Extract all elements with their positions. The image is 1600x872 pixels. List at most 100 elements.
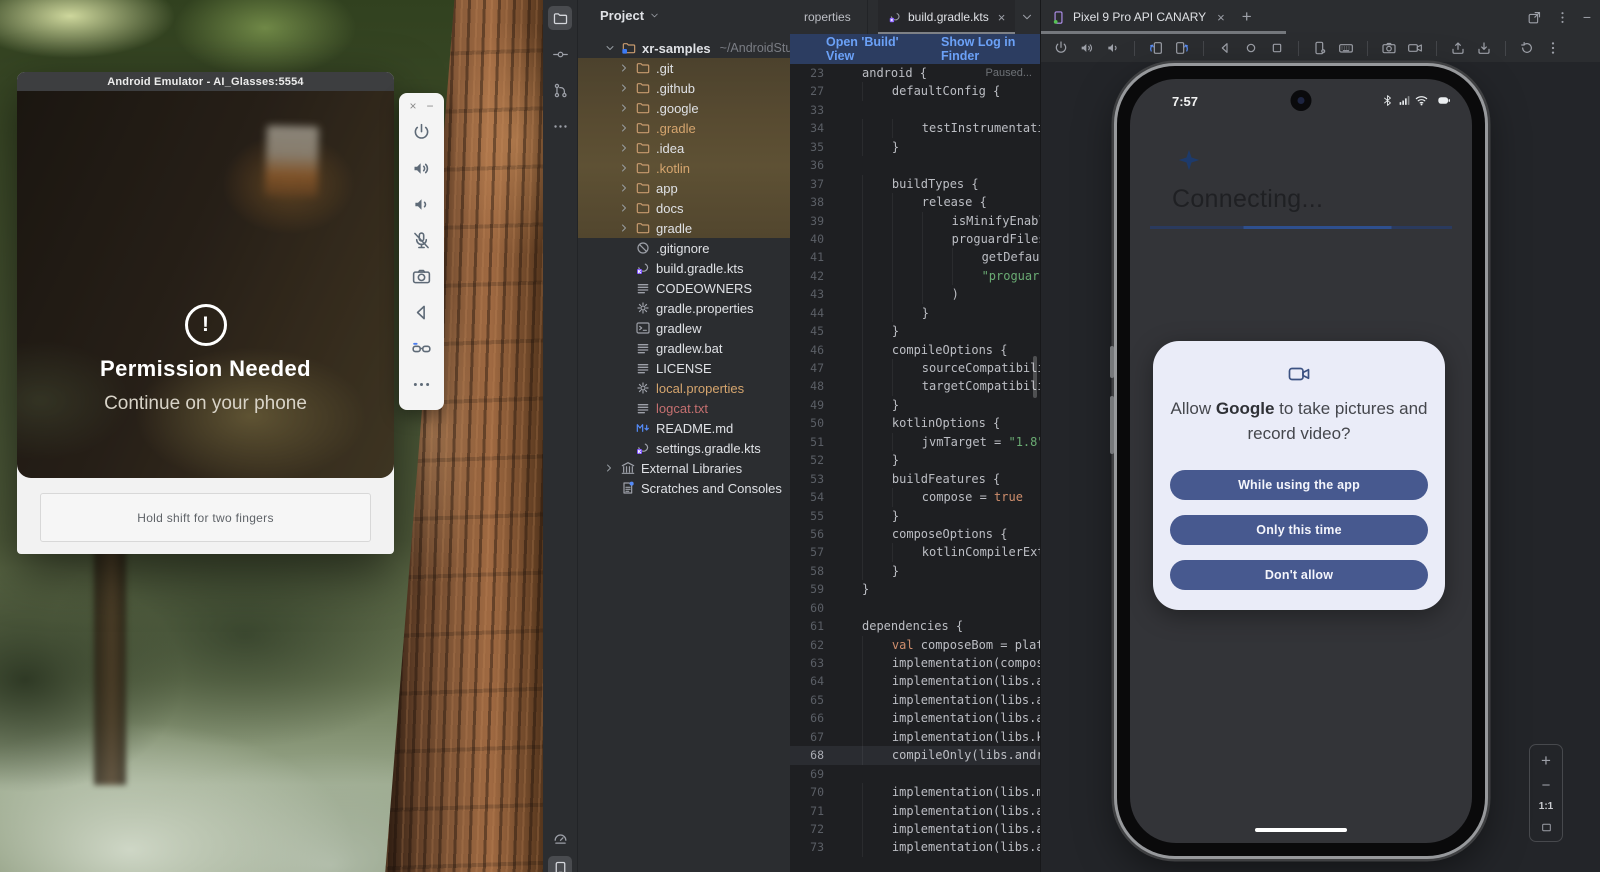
commit-icon[interactable] [548, 42, 572, 66]
code-line-46: 46compileOptions { [790, 341, 1040, 359]
editor[interactable]: roperties build.gradle.kts × Open 'Build… [790, 0, 1040, 872]
rotate-left-icon[interactable] [1148, 40, 1164, 56]
status-icons [1381, 94, 1456, 107]
tree-item-gradle.properties[interactable]: gradle.properties [578, 298, 790, 318]
folder-icon[interactable] [548, 6, 572, 30]
line-number: 23 [790, 64, 824, 82]
tree-item-license[interactable]: LICENSE [578, 358, 790, 378]
tree-item-codeowners[interactable]: CODEOWNERS [578, 278, 790, 298]
code-line-58: 58} [790, 562, 1040, 580]
screenshot-icon[interactable] [1381, 40, 1397, 56]
zoom-fit-icon[interactable] [1540, 821, 1553, 834]
pull-request-icon[interactable] [548, 78, 572, 102]
show-log-link[interactable]: Show Log in Finder [941, 35, 1040, 63]
line-number: 40 [790, 230, 824, 248]
running-devices-icon[interactable] [548, 856, 572, 872]
more-options-icon[interactable] [1555, 10, 1570, 25]
home-indicator[interactable] [1255, 828, 1347, 833]
tree-item-local.properties[interactable]: local.properties [578, 378, 790, 398]
zoom-in-button[interactable]: + [1541, 752, 1551, 769]
tree-item-.github[interactable]: .github [578, 78, 790, 98]
tab-properties[interactable]: roperties [790, 0, 868, 34]
volume-up-icon[interactable] [411, 158, 432, 179]
chevron-right-icon [618, 102, 630, 114]
tree-item-.idea[interactable]: .idea [578, 138, 790, 158]
device-tab-label[interactable]: Pixel 9 Pro API CANARY [1073, 10, 1206, 24]
chevron-right-icon [618, 222, 630, 234]
line-number: 59 [790, 580, 824, 598]
android-studio-window: Project xr-samples ~/AndroidStudioProj .… [543, 0, 1600, 872]
tab-build-gradle-kts[interactable]: build.gradle.kts × [878, 0, 1015, 34]
line-number: 48 [790, 377, 824, 395]
tree-item-external-libraries[interactable]: External Libraries [578, 458, 790, 478]
close-tab-icon[interactable]: × [998, 10, 1006, 25]
close-icon[interactable]: × [409, 100, 416, 112]
tree-item-logcat.txt[interactable]: logcat.txt [578, 398, 790, 418]
power-icon[interactable] [411, 122, 432, 143]
tree-item-.kotlin[interactable]: .kotlin [578, 158, 790, 178]
more-v-icon[interactable] [1545, 40, 1561, 56]
tree-item-readme.md[interactable]: README.md [578, 418, 790, 438]
tree-item-.git[interactable]: .git [578, 58, 790, 78]
chevron-right-icon [603, 462, 615, 474]
keyboard-icon[interactable] [1338, 40, 1354, 56]
upload-icon[interactable] [1450, 40, 1466, 56]
tree-item-gradle[interactable]: gradle [578, 218, 790, 238]
rotate-right-icon[interactable] [1174, 40, 1190, 56]
close-device-tab-icon[interactable]: × [1217, 10, 1225, 25]
record-icon[interactable] [1407, 40, 1423, 56]
minimize-icon[interactable]: − [427, 100, 434, 112]
back-icon[interactable] [411, 302, 432, 323]
code-line-39: 39isMinifyEnabled [790, 212, 1040, 230]
code-line-48: 48targetCompatibility [790, 377, 1040, 395]
tree-item-gradlew[interactable]: gradlew [578, 318, 790, 338]
more-h-icon[interactable] [411, 374, 432, 395]
permission-button-only-this-time[interactable]: Only this time [1170, 515, 1428, 545]
tree-item-build.gradle.kts[interactable]: build.gradle.kts [578, 258, 790, 278]
editor-scrollbar[interactable] [1033, 356, 1037, 398]
tree-item-app[interactable]: app [578, 178, 790, 198]
back-nav-icon[interactable] [1217, 40, 1233, 56]
zoom-reset-button[interactable]: 1:1 [1539, 801, 1553, 812]
more-h-icon[interactable] [548, 114, 572, 138]
code-line-67: 67implementation(libs.kotl [790, 728, 1040, 746]
permission-button-while-using-the-app[interactable]: While using the app [1170, 470, 1428, 500]
folder-icon [635, 200, 651, 216]
tree-item-scratches-and-consoles[interactable]: Scratches and Consoles [578, 478, 790, 498]
download-icon[interactable] [1476, 40, 1492, 56]
device-settings-icon[interactable] [1312, 40, 1328, 56]
volume-down-icon[interactable] [411, 194, 432, 215]
emulator-screen[interactable]: ! Permission Needed Continue on your pho… [17, 91, 394, 478]
add-device-icon[interactable]: + [1242, 7, 1252, 27]
profiler-icon[interactable] [548, 826, 572, 850]
line-number: 51 [790, 433, 824, 451]
glasses-icon[interactable] [411, 338, 432, 359]
restart-icon[interactable] [1519, 40, 1535, 56]
tree-item-settings.gradle.kts[interactable]: settings.gradle.kts [578, 438, 790, 458]
tree-item-.gitignore[interactable]: .gitignore [578, 238, 790, 258]
tree-item-.gradle[interactable]: .gradle [578, 118, 790, 138]
zoom-out-button[interactable]: − [1542, 778, 1551, 793]
open-in-window-icon[interactable] [1527, 10, 1542, 25]
power-icon[interactable] [1053, 40, 1069, 56]
tree-item-.google[interactable]: .google [578, 98, 790, 118]
hide-panel-icon[interactable]: − [1583, 10, 1591, 24]
mic-off-icon[interactable] [411, 230, 432, 251]
tree-item-root[interactable]: xr-samples ~/AndroidStudioProj [578, 38, 790, 58]
recents-icon[interactable] [1269, 40, 1285, 56]
phone-screen[interactable]: 7:57 Connecting... Allow Google to take … [1130, 79, 1472, 843]
permission-button-don-t-allow[interactable]: Don't allow [1170, 560, 1428, 590]
chevron-down-icon[interactable] [1020, 10, 1034, 24]
tree-item-gradlew.bat[interactable]: gradlew.bat [578, 338, 790, 358]
project-panel: Project xr-samples ~/AndroidStudioProj .… [578, 0, 791, 872]
volume-down-icon[interactable] [1105, 40, 1121, 56]
tree-item-docs[interactable]: docs [578, 198, 790, 218]
camera-icon[interactable] [411, 266, 432, 287]
volume-up-icon[interactable] [1079, 40, 1095, 56]
code-area[interactable]: 23android {Paused...27defaultConfig {333… [790, 64, 1040, 872]
toolbar-separator [1203, 41, 1204, 56]
line-number: 37 [790, 175, 824, 193]
home-icon[interactable] [1243, 40, 1259, 56]
open-build-view-link[interactable]: Open 'Build' View [826, 35, 915, 63]
project-panel-header[interactable]: Project [600, 8, 660, 23]
